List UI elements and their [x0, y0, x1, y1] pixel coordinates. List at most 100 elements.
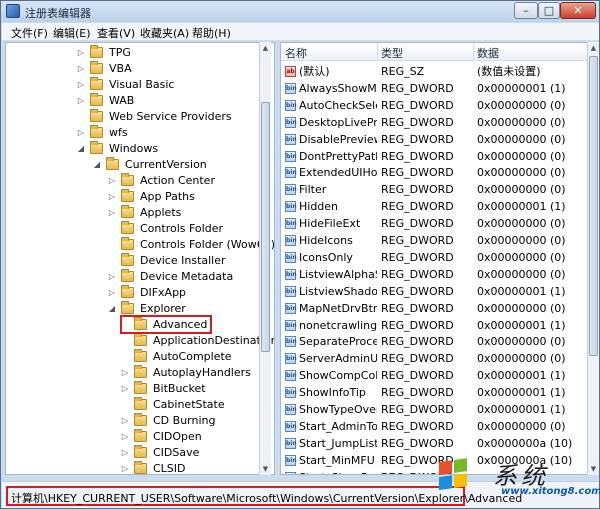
registry-key-tree[interactable]: ▷ TPG ▷ VBA ▷ Visual Basic ▷ WAB Web Service Pro… [5, 42, 275, 475]
minimize-button[interactable]: – [514, 2, 538, 19]
expand-icon[interactable]: ▷ [76, 93, 86, 109]
value-row[interactable]: bin ShowInfoTip REG_DWORD 0x00000001 (1) [281, 384, 596, 401]
value-data: 0x00000000 (0) [477, 267, 566, 281]
expand-icon[interactable]: ▷ [76, 45, 86, 61]
value-row[interactable]: bin Hidden REG_DWORD 0x00000001 (1) [281, 198, 596, 215]
column-separator[interactable] [377, 43, 378, 61]
tree-scroll-thumb[interactable] [261, 102, 270, 352]
tree-node[interactable]: ▷ AutoplayHandlers [6, 365, 274, 381]
menu-edit[interactable]: 编辑(E) [53, 25, 91, 41]
value-row[interactable]: binListviewShadow REG_DWORD 0x00000001 (1) [281, 283, 596, 300]
scroll-up-icon[interactable]: ▲ [260, 42, 271, 54]
close-button[interactable]: ✕ [560, 2, 596, 19]
folder-icon [90, 77, 103, 90]
collapse-icon[interactable]: ◢ [107, 301, 117, 317]
expand-icon[interactable]: ▷ [120, 381, 130, 397]
column-type-header[interactable]: 类型 [381, 45, 403, 61]
title-bar[interactable]: 注册表编辑器 – □ ✕ [1, 1, 599, 22]
tree-node[interactable]: ▷ Action Center [6, 173, 274, 189]
tree-node[interactable]: ◢ Windows [6, 141, 274, 157]
tree-node[interactable]: ▷ Visual Basic [6, 77, 274, 93]
value-row[interactable]: binShowTypeOver... REG_DWORD 0x00000001 (1… [281, 401, 596, 418]
tree-node[interactable]: ◢ CurrentVersion [6, 157, 274, 173]
collapse-icon[interactable]: ◢ [92, 157, 102, 173]
value-row[interactable]: binStart_AdminTo... REG_DWORD 0x00000000 (… [281, 418, 596, 435]
tree-node[interactable]: ▷ App Paths [6, 189, 274, 205]
menu-view[interactable]: 查看(V) [97, 25, 135, 41]
tree-node[interactable]: ▷ WAB [6, 93, 274, 109]
tree-node[interactable]: Web Service Providers [6, 109, 274, 125]
tree-node[interactable]: ▷ BitBucket [6, 381, 274, 397]
tree-node-label: TPG [109, 46, 131, 59]
menu-help[interactable]: 帮助(H) [192, 25, 231, 41]
menu-file[interactable]: 文件(F) [11, 25, 48, 41]
scroll-down-icon[interactable]: ▼ [260, 463, 271, 475]
value-row[interactable]: binDisablePreview... REG_DWORD 0x00000000 … [281, 131, 596, 148]
value-row[interactable]: bin IconsOnly REG_DWORD 0x00000000 (0) [281, 249, 596, 266]
folder-icon [90, 125, 103, 138]
value-row[interactable]: binDesktopLivePr... REG_DWORD 0x00000000 (… [281, 114, 596, 131]
tree-node[interactable]: ▷ DIFxApp [6, 285, 274, 301]
expand-icon[interactable]: ▷ [76, 77, 86, 93]
value-row[interactable]: binAlwaysShowM... REG_DWORD 0x00000001 (1) [281, 80, 596, 97]
tree-node-label: AutoplayHandlers [153, 366, 251, 379]
folder-icon [121, 173, 134, 186]
value-row[interactable]: bin ServerAdminUI REG_DWORD 0x00000000 (0) [281, 350, 596, 367]
tree-node[interactable]: ▷ CIDSave [6, 445, 274, 461]
registry-values-list[interactable]: 名称 类型 数据 ab (默认) REG_SZ (数值未设置) bin AlwaysSho… [280, 42, 597, 475]
tree-node[interactable]: ▷ Device Metadata [6, 269, 274, 285]
maximize-button[interactable]: □ [538, 2, 560, 19]
value-row[interactable]: binExtendedUIHo... REG_DWORD 0x00000000 (0… [281, 164, 596, 181]
menu-favorites[interactable]: 收藏夹(A) [140, 25, 189, 41]
value-row[interactable]: bin Filter REG_DWORD 0x00000000 (0) [281, 181, 596, 198]
expand-icon[interactable]: ▷ [76, 61, 86, 77]
value-row[interactable]: binListviewAlphaS... REG_DWORD 0x00000000 … [281, 266, 596, 283]
column-separator[interactable] [473, 43, 474, 61]
value-row[interactable]: binSeparateProce... REG_DWORD 0x00000000 (… [281, 333, 596, 350]
value-row[interactable]: bin DontPrettyPath REG_DWORD 0x00000000 (0) [281, 148, 596, 165]
tree-node[interactable]: CabinetState [6, 397, 274, 413]
scroll-up-icon[interactable]: ▲ [588, 42, 599, 54]
expand-icon[interactable]: ▷ [107, 173, 117, 189]
expand-icon[interactable]: ▷ [107, 189, 117, 205]
binary-value-icon: bin [285, 150, 297, 162]
expand-icon[interactable]: ▷ [120, 365, 130, 381]
value-data: 0x00000000 (0) [477, 250, 566, 264]
tree-node[interactable]: ▷ wfs [6, 125, 274, 141]
expand-icon[interactable]: ▷ [120, 413, 130, 429]
value-row[interactable]: bin nonetcrawling REG_DWORD 0x00000001 (1) [281, 317, 596, 334]
value-row[interactable]: binStart_JumpListI... REG_DWORD 0x0000000a… [281, 435, 596, 452]
tree-node[interactable]: Controls Folder (Wow64) [6, 237, 274, 253]
expand-icon[interactable]: ▷ [107, 285, 117, 301]
value-row[interactable]: bin HideFileExt REG_DWORD 0x00000000 (0) [281, 215, 596, 232]
value-row[interactable]: binShowCompCol... REG_DWORD 0x00000001 (1) [281, 367, 596, 384]
tree-node[interactable]: ▷ Applets [6, 205, 274, 221]
tree-node[interactable]: ▷ VBA [6, 61, 274, 77]
collapse-icon[interactable]: ◢ [76, 141, 86, 157]
tree-node[interactable]: ApplicationDestinations [6, 333, 274, 349]
folder-icon [90, 93, 103, 106]
column-data-header[interactable]: 数据 [477, 45, 499, 61]
expand-icon[interactable]: ▷ [107, 205, 117, 221]
expand-icon[interactable]: ▷ [76, 125, 86, 141]
column-name-header[interactable]: 名称 [285, 45, 307, 61]
tree-node[interactable]: AutoComplete [6, 349, 274, 365]
expand-icon[interactable]: ▷ [120, 429, 130, 445]
tree-node[interactable]: Device Installer [6, 253, 274, 269]
value-row[interactable]: bin HideIcons REG_DWORD 0x00000000 (0) [281, 232, 596, 249]
value-row[interactable]: bin MapNetDrvBtn REG_DWORD 0x00000000 (0) [281, 300, 596, 317]
expand-icon[interactable]: ▷ [107, 269, 117, 285]
value-row[interactable]: binAutoCheckSelect REG_DWORD 0x00000000 (0… [281, 97, 596, 114]
expand-icon[interactable]: ▷ [120, 461, 130, 474]
expand-icon[interactable]: ▷ [120, 445, 130, 461]
value-row[interactable]: ab (默认) REG_SZ (数值未设置) [281, 63, 596, 80]
tree-node[interactable]: ▷ CLSID [6, 461, 274, 474]
tree-node[interactable]: ▷ TPG [6, 45, 274, 61]
tree-node[interactable]: ▷ CIDOpen [6, 429, 274, 445]
values-scroll-thumb[interactable] [589, 56, 598, 356]
values-scrollbar[interactable]: ▲ ▼ [587, 42, 599, 475]
tree-node-label: CurrentVersion [125, 158, 207, 171]
tree-node[interactable]: ▷ CD Burning [6, 413, 274, 429]
tree-node[interactable]: Controls Folder [6, 221, 274, 237]
tree-scrollbar[interactable]: ▲ ▼ [259, 42, 271, 475]
